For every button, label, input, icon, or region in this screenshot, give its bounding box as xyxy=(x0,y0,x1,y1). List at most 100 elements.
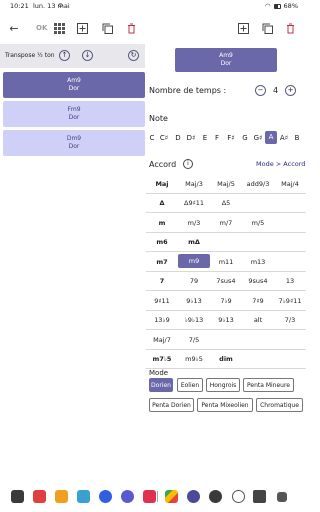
mode-button[interactable]: Hongrois xyxy=(206,378,240,392)
back-arrow-icon[interactable]: ← xyxy=(7,21,21,35)
app-drawer-icon[interactable] xyxy=(11,490,24,503)
mode-label: Mode xyxy=(149,369,169,377)
chord-type-button[interactable]: dim xyxy=(210,350,242,369)
chord-type-button[interactable]: Maj xyxy=(146,174,178,193)
messages-app-icon[interactable] xyxy=(99,490,112,503)
transpose-down-button[interactable]: ↓ xyxy=(82,50,93,61)
chord-type-button[interactable]: 9sus4 xyxy=(242,272,274,291)
chord-type-button[interactable]: m xyxy=(146,213,178,232)
battery-icon xyxy=(273,3,281,9)
chord-type-button[interactable]: 7♯9 xyxy=(242,291,274,310)
transpose-reset-button[interactable]: ↻ xyxy=(128,50,139,61)
chord-type-button[interactable]: m6 xyxy=(146,233,178,252)
camera-app-icon[interactable] xyxy=(232,490,245,503)
chord-type-button[interactable]: Maj/5 xyxy=(210,174,242,193)
delete-icon[interactable] xyxy=(283,21,297,35)
status-bar: 10:21 lun. 13 mai ⊙ ◠ 68% xyxy=(0,0,306,13)
mode-button[interactable]: Penta Mineure xyxy=(243,378,294,392)
chord-type-button[interactable]: 9♭13 xyxy=(178,291,210,310)
app-icon[interactable] xyxy=(277,492,287,502)
status-right: ◠ 68% xyxy=(265,2,298,10)
tempo-decrease-button[interactable]: − xyxy=(255,85,266,96)
chord-type-button[interactable]: 13 xyxy=(274,272,306,291)
note-button[interactable]: G♯ xyxy=(252,134,264,142)
app-icon[interactable] xyxy=(209,490,222,503)
chord-card[interactable]: Dm9 Dor xyxy=(3,130,145,156)
note-button[interactable]: F♯ xyxy=(225,134,237,142)
chord-type-button[interactable]: m/7 xyxy=(210,213,242,232)
files-app-icon[interactable] xyxy=(55,490,68,503)
note-button-selected[interactable]: A xyxy=(265,131,277,144)
note-button[interactable]: G xyxy=(239,134,251,142)
chord-card[interactable]: Fm9 Dor xyxy=(3,101,145,127)
note-button[interactable]: D xyxy=(172,134,184,142)
chord-type-button[interactable]: Maj/7 xyxy=(146,330,178,349)
copy-icon[interactable] xyxy=(260,21,274,35)
copy-icon[interactable] xyxy=(100,21,114,35)
app-icon[interactable] xyxy=(253,490,266,503)
chord-card-name: Fm9 xyxy=(67,106,81,113)
chord-type-button[interactable]: alt xyxy=(242,311,274,330)
app-icon[interactable] xyxy=(33,490,46,503)
note-button[interactable]: E xyxy=(199,134,211,142)
play-store-icon[interactable] xyxy=(165,490,178,503)
settings-app-icon[interactable] xyxy=(187,490,200,503)
grid-icon[interactable] xyxy=(52,21,66,35)
note-button[interactable]: C xyxy=(146,134,158,142)
app-icon[interactable] xyxy=(121,490,134,503)
note-button[interactable]: F xyxy=(211,134,223,142)
chord-type-button[interactable]: 7sus4 xyxy=(210,272,242,291)
app-icon[interactable] xyxy=(143,490,156,503)
chord-type-button[interactable]: 7/3 xyxy=(274,311,306,330)
calendar-app-icon[interactable] xyxy=(77,490,90,503)
mode-button[interactable]: Chromatique xyxy=(256,398,303,412)
mode-button[interactable]: Penta Mixeolien xyxy=(197,398,253,412)
toolbar: ← OK xyxy=(0,13,306,43)
mode-button[interactable]: Eolien xyxy=(177,378,203,392)
mode-button[interactable]: Penta Dorien xyxy=(149,398,194,412)
note-button[interactable]: B xyxy=(291,134,303,142)
transpose-up-button[interactable]: ↑ xyxy=(59,50,70,61)
add-icon[interactable] xyxy=(75,21,89,35)
status-date: lun. 13 mai xyxy=(33,2,70,10)
chord-type-button[interactable]: ♭9♭13 xyxy=(178,311,210,330)
info-icon[interactable]: i xyxy=(183,159,193,169)
chord-type-button[interactable]: 79 xyxy=(178,272,210,291)
chord-type-button[interactable]: m9♭5 xyxy=(178,350,210,369)
chord-card[interactable]: Am9 Dor xyxy=(3,72,145,98)
chord-type-button-selected[interactable]: m9 xyxy=(178,254,210,268)
mode-button-selected[interactable]: Dorien xyxy=(149,378,173,392)
chord-type-button[interactable]: m7 xyxy=(146,252,178,271)
chord-type-button[interactable]: 7/5 xyxy=(178,330,210,349)
note-button[interactable]: C♯ xyxy=(158,134,170,142)
chord-type-button[interactable]: 7 xyxy=(146,272,178,291)
chord-grid-row: Δ Δ9♯11 Δ5 xyxy=(146,194,306,213)
chord-type-button[interactable]: m11 xyxy=(210,252,242,271)
chord-type-button[interactable]: add9/3 xyxy=(242,174,274,193)
mode-accord-link[interactable]: Mode > Accord xyxy=(256,160,305,168)
ok-button[interactable]: OK xyxy=(36,24,47,32)
chord-type-button[interactable]: Maj/3 xyxy=(178,174,210,193)
chord-type-button[interactable]: m13 xyxy=(242,252,274,271)
chord-type-button[interactable]: 7♭9 xyxy=(210,291,242,310)
note-button[interactable]: A♯ xyxy=(278,134,290,142)
chord-type-button[interactable]: 7♭9♯11 xyxy=(274,291,306,310)
chord-type-button[interactable]: Δ xyxy=(146,194,178,213)
chord-type-button[interactable]: m/5 xyxy=(242,213,274,232)
chord-type-button[interactable]: Δ9♯11 xyxy=(178,194,210,213)
current-chord-name: Am9 xyxy=(219,52,233,59)
chord-type-button[interactable]: mΔ xyxy=(178,233,210,252)
chord-type-button[interactable]: 9♭13 xyxy=(210,311,242,330)
chord-type-button[interactable]: m7♭5 xyxy=(146,350,178,369)
chord-grid-row: 7 79 7sus4 9sus4 13 xyxy=(146,272,306,291)
chord-type-button[interactable]: m/3 xyxy=(178,213,210,232)
tempo-increase-button[interactable]: + xyxy=(285,85,296,96)
note-button[interactable]: D♯ xyxy=(185,134,197,142)
chord-type-button[interactable]: Maj/4 xyxy=(274,174,306,193)
delete-icon[interactable] xyxy=(124,21,138,35)
current-chord-card[interactable]: Am9 Dor xyxy=(175,48,277,72)
add-icon[interactable] xyxy=(236,21,250,35)
chord-type-button[interactable]: 9♯11 xyxy=(146,291,178,310)
chord-type-button[interactable]: 13♭9 xyxy=(146,311,178,330)
chord-type-button[interactable]: Δ5 xyxy=(210,194,242,213)
